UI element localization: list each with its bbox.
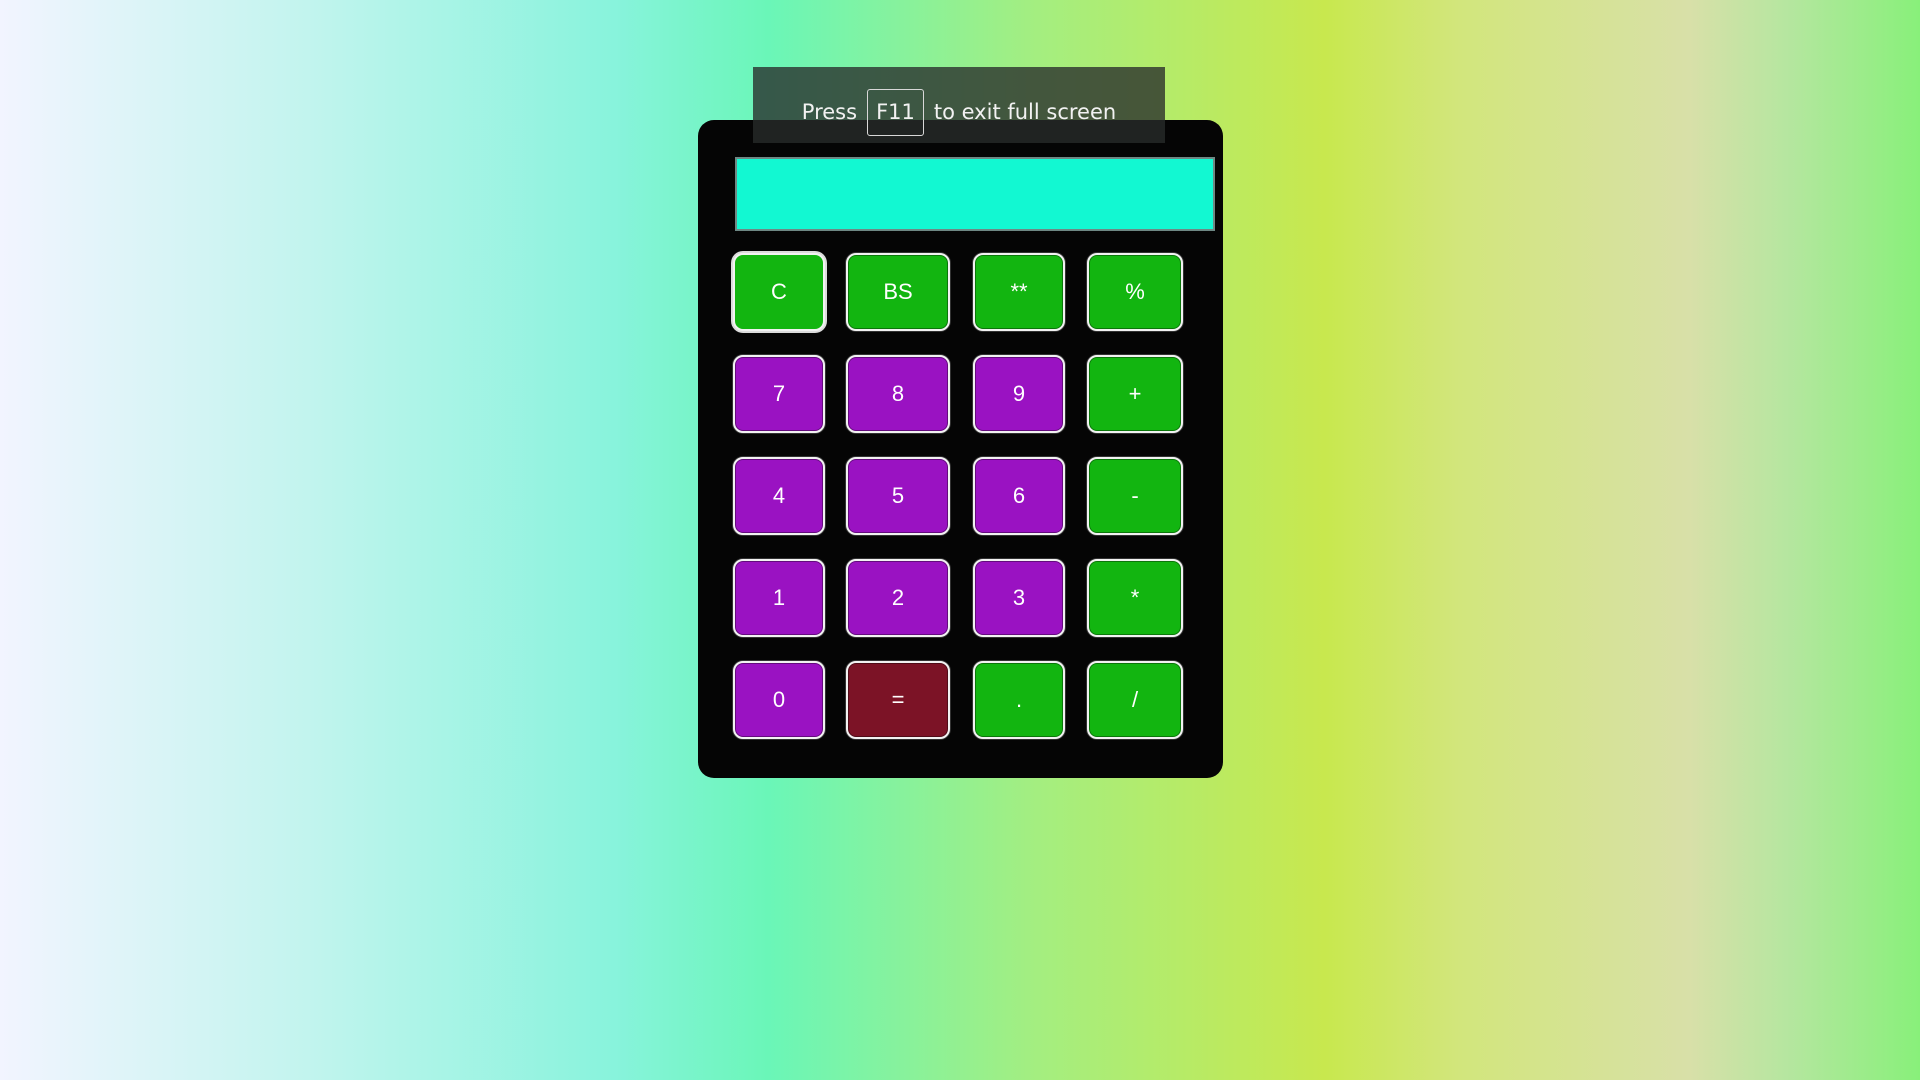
minus-button[interactable]: -: [1087, 457, 1183, 535]
fullscreen-notice-prefix: Press: [801, 100, 858, 124]
digit-0-button[interactable]: 0: [733, 661, 825, 739]
fullscreen-notice-suffix: to exit full screen: [933, 100, 1117, 124]
plus-button[interactable]: +: [1087, 355, 1183, 433]
calculator: C BS ** % 7 8 9 + 4 5 6 - 1 2 3 * 0 = . …: [698, 120, 1223, 778]
digit-1-button[interactable]: 1: [733, 559, 825, 637]
power-button[interactable]: **: [973, 253, 1065, 331]
digit-6-button[interactable]: 6: [973, 457, 1065, 535]
digit-5-button[interactable]: 5: [846, 457, 950, 535]
digit-7-button[interactable]: 7: [733, 355, 825, 433]
multiply-button[interactable]: *: [1087, 559, 1183, 637]
equals-button[interactable]: =: [846, 661, 950, 739]
calculator-display[interactable]: [735, 157, 1215, 231]
digit-4-button[interactable]: 4: [733, 457, 825, 535]
f11-key-hint: F11: [867, 88, 924, 136]
digit-8-button[interactable]: 8: [846, 355, 950, 433]
clear-button[interactable]: C: [733, 253, 825, 331]
backspace-button[interactable]: BS: [846, 253, 950, 331]
decimal-button[interactable]: .: [973, 661, 1065, 739]
digit-3-button[interactable]: 3: [973, 559, 1065, 637]
digit-2-button[interactable]: 2: [846, 559, 950, 637]
divide-button[interactable]: /: [1087, 661, 1183, 739]
fullscreen-exit-notice: Press F11 to exit full screen: [753, 67, 1165, 143]
digit-9-button[interactable]: 9: [973, 355, 1065, 433]
percent-button[interactable]: %: [1087, 253, 1183, 331]
